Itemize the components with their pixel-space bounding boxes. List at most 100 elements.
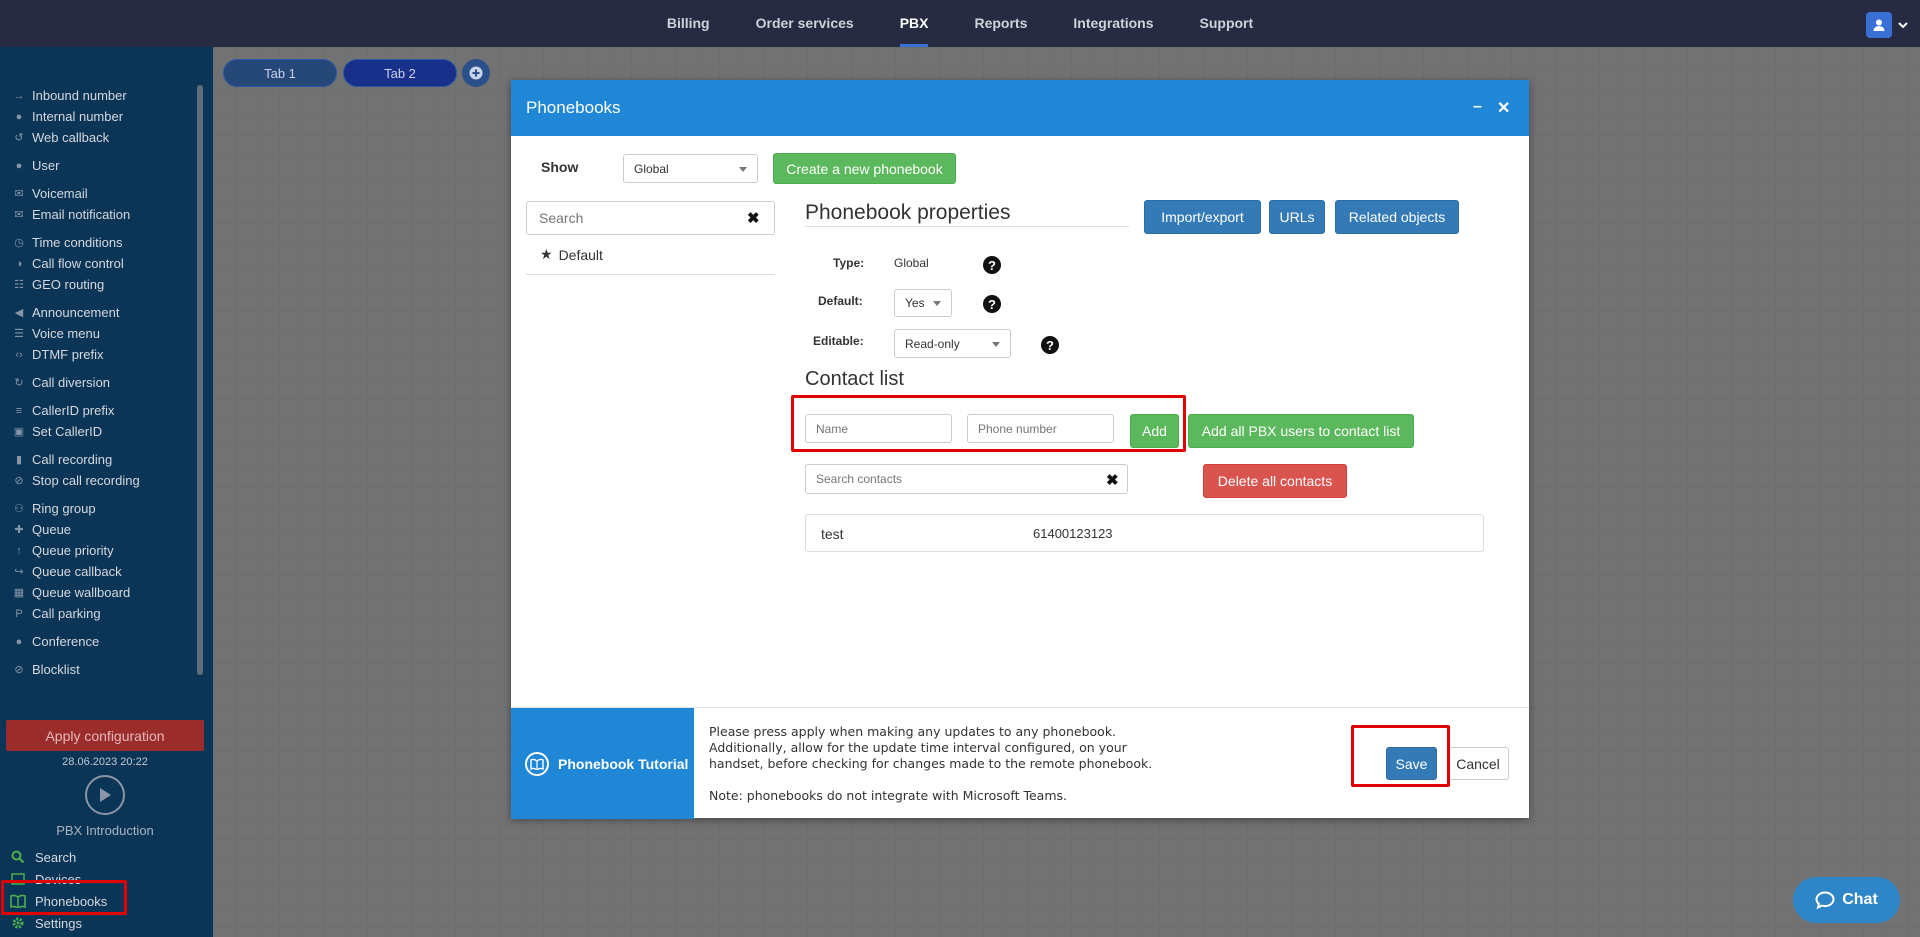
chat-bubble-icon <box>1815 891 1835 909</box>
tab-1[interactable]: Tab 1 <box>223 59 337 87</box>
urls-button[interactable]: URLs <box>1269 200 1325 234</box>
sidebar-item-inbound-number[interactable]: → Inbound number <box>12 85 197 106</box>
sidebar-item-callerid-prefix[interactable]: ≡ CallerID prefix <box>12 400 197 421</box>
arrow-up-icon: ↑ <box>16 544 22 557</box>
sidebar-item-conference[interactable]: ● Conference <box>12 631 197 652</box>
default-select[interactable]: Yes <box>894 289 952 317</box>
comments-icon: ● <box>15 635 23 648</box>
close-icon[interactable]: ✕ <box>1497 98 1510 118</box>
sidebar-item-label: Conference <box>32 634 100 649</box>
sidebar-item-queue[interactable]: ✚ Queue <box>12 519 197 540</box>
sidebar-item-geo-routing[interactable]: ☷ GEO routing <box>12 274 197 295</box>
import-export-button[interactable]: Import/export <box>1144 200 1261 234</box>
cancel-button[interactable]: Cancel <box>1447 747 1509 780</box>
sidebar-item-label: Voice menu <box>32 326 100 341</box>
list-icon: ≡ <box>15 404 23 417</box>
sidebar-item-voice-menu[interactable]: ☰ Voice menu <box>12 323 197 344</box>
sidebar-item-user[interactable]: ● User <box>12 155 197 176</box>
sidebar-item-search[interactable]: Search <box>10 846 200 868</box>
sidebar-item-label: Call recording <box>32 452 113 467</box>
sidebar-item-label: Voicemail <box>32 186 88 201</box>
related-objects-button[interactable]: Related objects <box>1335 200 1459 234</box>
contact-row[interactable]: test 61400123123 <box>805 514 1484 552</box>
code-icon: ‹› <box>15 348 23 361</box>
users-icon: ⚇ <box>14 503 24 515</box>
phonebook-search[interactable]: ✖ <box>526 201 775 235</box>
sidebar-item-label: Internal number <box>32 109 124 124</box>
chat-button[interactable]: Chat <box>1793 877 1900 923</box>
sidebar-item-settings[interactable]: Settings <box>10 912 200 934</box>
sidebar-item-label: Blocklist <box>32 662 80 677</box>
sidebar-item-announcement[interactable]: ◀ Announcement <box>12 302 197 323</box>
sidebar-item-web-callback[interactable]: ↺ Web callback <box>12 127 197 148</box>
nav-support[interactable]: Support <box>1200 0 1254 47</box>
play-icon[interactable] <box>85 775 125 815</box>
help-icon[interactable]: ? <box>983 295 1001 313</box>
apply-configuration-button[interactable]: Apply configuration <box>6 720 204 751</box>
help-icon[interactable]: ? <box>1041 336 1059 354</box>
sidebar-item-call-flow-control[interactable]: ◑ Call flow control <box>12 253 197 274</box>
editable-select[interactable]: Read-only <box>894 329 1011 358</box>
caret-down-icon <box>933 301 941 306</box>
sidebar-item-queue-wallboard[interactable]: ▦ Queue wallboard <box>12 582 197 603</box>
add-contact-highlight <box>791 395 1186 452</box>
show-select[interactable]: Global <box>623 154 758 183</box>
sidebar-item-blocklist[interactable]: ⊘ Blocklist <box>12 659 197 680</box>
sidebar-item-label: Email notification <box>32 207 131 222</box>
create-phonebook-button[interactable]: Create a new phonebook <box>773 153 956 184</box>
user-avatar-icon[interactable] <box>1866 12 1892 38</box>
search-contacts-field[interactable]: ✖ <box>805 464 1128 494</box>
dialog-header: Phonebooks – ✕ <box>511 80 1529 136</box>
sidebar-item-queue-priority[interactable]: ↑ Queue priority <box>12 540 197 561</box>
chevron-down-icon[interactable] <box>1898 21 1908 29</box>
phonebooks-highlight <box>1 880 127 915</box>
add-all-pbx-users-button[interactable]: Add all PBX users to contact list <box>1188 414 1414 448</box>
clear-search-icon[interactable]: ✖ <box>747 209 760 227</box>
sidebar-item-label: Call parking <box>32 606 101 621</box>
sidebar-item-call-diversion[interactable]: ↻ Call diversion <box>12 372 197 393</box>
book-tutorial-icon <box>525 751 549 776</box>
phonebooks-dialog: Phonebooks – ✕ Show Global Create a new … <box>511 80 1529 819</box>
id-card-icon: ▣ <box>13 426 25 438</box>
sidebar-item-label: GEO routing <box>32 277 105 292</box>
delete-all-contacts-button[interactable]: Delete all contacts <box>1203 464 1347 498</box>
sidebar-item-time-conditions[interactable]: ◷ Time conditions <box>12 232 197 253</box>
pin-icon: ● <box>15 110 23 123</box>
sidebar-item-email-notification[interactable]: ✉ Email notification <box>12 204 197 225</box>
bullhorn-icon: ◀ <box>14 307 24 319</box>
sidebar-item-queue-callback[interactable]: ↪ Queue callback <box>12 561 197 582</box>
phonebook-search-input[interactable] <box>539 210 739 226</box>
footer-info-text: Please press apply when making any updat… <box>709 724 1152 804</box>
toggle-icon: ◑ <box>15 257 23 270</box>
clear-contacts-search-icon[interactable]: ✖ <box>1106 471 1119 489</box>
sidebar-item-call-recording[interactable]: ▮ Call recording <box>12 449 197 470</box>
help-icon[interactable]: ? <box>983 256 1001 274</box>
sidebar-item-stop-call-recording[interactable]: ⊘ Stop call recording <box>12 470 197 491</box>
add-tab-icon[interactable] <box>462 59 490 87</box>
sidebar-item-internal-number[interactable]: ● Internal number <box>12 106 197 127</box>
nav-order-services[interactable]: Order services <box>756 0 854 47</box>
sidebar-item-dtmf-prefix[interactable]: ‹› DTMF prefix <box>12 344 197 365</box>
nav-pbx[interactable]: PBX <box>899 0 929 47</box>
sidebar-scrollbar[interactable] <box>197 85 203 675</box>
nav-billing[interactable]: Billing <box>667 0 710 47</box>
nav-integrations[interactable]: Integrations <box>1073 0 1153 47</box>
minimize-icon[interactable]: – <box>1473 98 1482 116</box>
nav-reports[interactable]: Reports <box>974 0 1027 47</box>
sidebar-item-call-parking[interactable]: P Call parking <box>12 603 197 624</box>
search-contacts-input[interactable] <box>816 472 1096 486</box>
phonebook-list-item[interactable]: ★ Default <box>526 235 775 275</box>
envelope-icon: ✉ <box>14 209 24 221</box>
sidebar-item-ring-group[interactable]: ⚇ Ring group <box>12 498 197 519</box>
user-menu[interactable] <box>1866 12 1908 38</box>
sidebar-item-set-callerid[interactable]: ▣ Set CallerID <box>12 421 197 442</box>
tab-2[interactable]: Tab 2 <box>343 59 457 87</box>
sidebar-item-voicemail[interactable]: ✉ Voicemail <box>12 183 197 204</box>
phonebook-tutorial-button[interactable]: Phonebook Tutorial <box>511 708 694 819</box>
gear-icon <box>10 916 26 930</box>
